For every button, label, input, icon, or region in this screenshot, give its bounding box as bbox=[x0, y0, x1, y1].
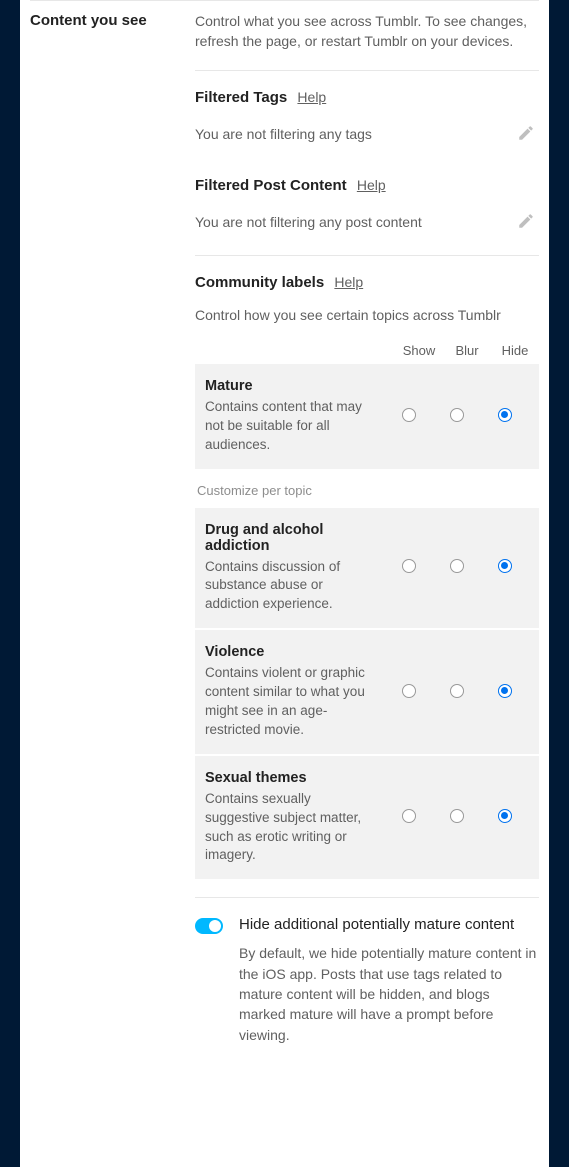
radio-violence-show[interactable] bbox=[402, 684, 416, 698]
label-columns-header: Show Blur Hide bbox=[195, 337, 539, 364]
radio-mature-show[interactable] bbox=[402, 408, 416, 422]
filtered-tags-help-link[interactable]: Help bbox=[297, 89, 326, 105]
hide-mature-title: Hide additional potentially mature conte… bbox=[239, 916, 539, 933]
section-title: Content you see bbox=[30, 11, 195, 1045]
label-desc: Contains violent or graphic content simi… bbox=[205, 664, 375, 740]
filtered-content-heading: Filtered Post Content Help bbox=[195, 177, 539, 194]
pencil-icon bbox=[517, 124, 535, 142]
label-row-violence: Violence Contains violent or graphic con… bbox=[195, 630, 539, 754]
filtered-tags-heading: Filtered Tags Help bbox=[195, 89, 539, 106]
hide-mature-toggle[interactable] bbox=[195, 918, 223, 934]
customize-per-topic-heading: Customize per topic bbox=[195, 471, 539, 508]
column-hide: Hide bbox=[491, 343, 539, 358]
divider bbox=[195, 897, 539, 898]
filtered-content-empty: You are not filtering any post content bbox=[195, 214, 422, 230]
label-title: Sexual themes bbox=[205, 770, 375, 786]
pencil-icon bbox=[517, 212, 535, 230]
column-blur: Blur bbox=[443, 343, 491, 358]
section-description: Control what you see across Tumblr. To s… bbox=[195, 11, 539, 52]
label-title: Violence bbox=[205, 644, 375, 660]
radio-drug-hide[interactable] bbox=[498, 559, 512, 573]
label-desc: Contains content that may not be suitabl… bbox=[205, 398, 375, 455]
radio-sexual-show[interactable] bbox=[402, 809, 416, 823]
divider bbox=[195, 255, 539, 256]
filtered-tags-empty: You are not filtering any tags bbox=[195, 126, 372, 142]
community-labels-description: Control how you see certain topics acros… bbox=[195, 305, 539, 325]
radio-mature-blur[interactable] bbox=[450, 408, 464, 422]
edit-filtered-tags-button[interactable] bbox=[513, 120, 539, 149]
label-desc: Contains sexually suggestive subject mat… bbox=[205, 790, 375, 866]
label-title: Drug and alcohol addiction bbox=[205, 522, 375, 554]
radio-violence-hide[interactable] bbox=[498, 684, 512, 698]
radio-drug-show[interactable] bbox=[402, 559, 416, 573]
radio-mature-hide[interactable] bbox=[498, 408, 512, 422]
hide-mature-desc: By default, we hide potentially mature c… bbox=[239, 943, 539, 1044]
radio-sexual-hide[interactable] bbox=[498, 809, 512, 823]
label-row-mature: Mature Contains content that may not be … bbox=[195, 364, 539, 469]
radio-violence-blur[interactable] bbox=[450, 684, 464, 698]
radio-drug-blur[interactable] bbox=[450, 559, 464, 573]
label-row-sexual: Sexual themes Contains sexually suggesti… bbox=[195, 756, 539, 880]
community-labels-help-link[interactable]: Help bbox=[334, 274, 363, 290]
label-row-drug: Drug and alcohol addiction Contains disc… bbox=[195, 508, 539, 629]
community-labels-heading: Community labels Help bbox=[195, 274, 539, 291]
column-show: Show bbox=[395, 343, 443, 358]
divider bbox=[195, 70, 539, 71]
filtered-content-help-link[interactable]: Help bbox=[357, 177, 386, 193]
label-desc: Contains discussion of substance abuse o… bbox=[205, 558, 375, 615]
label-title: Mature bbox=[205, 378, 375, 394]
edit-filtered-content-button[interactable] bbox=[513, 208, 539, 237]
radio-sexual-blur[interactable] bbox=[450, 809, 464, 823]
